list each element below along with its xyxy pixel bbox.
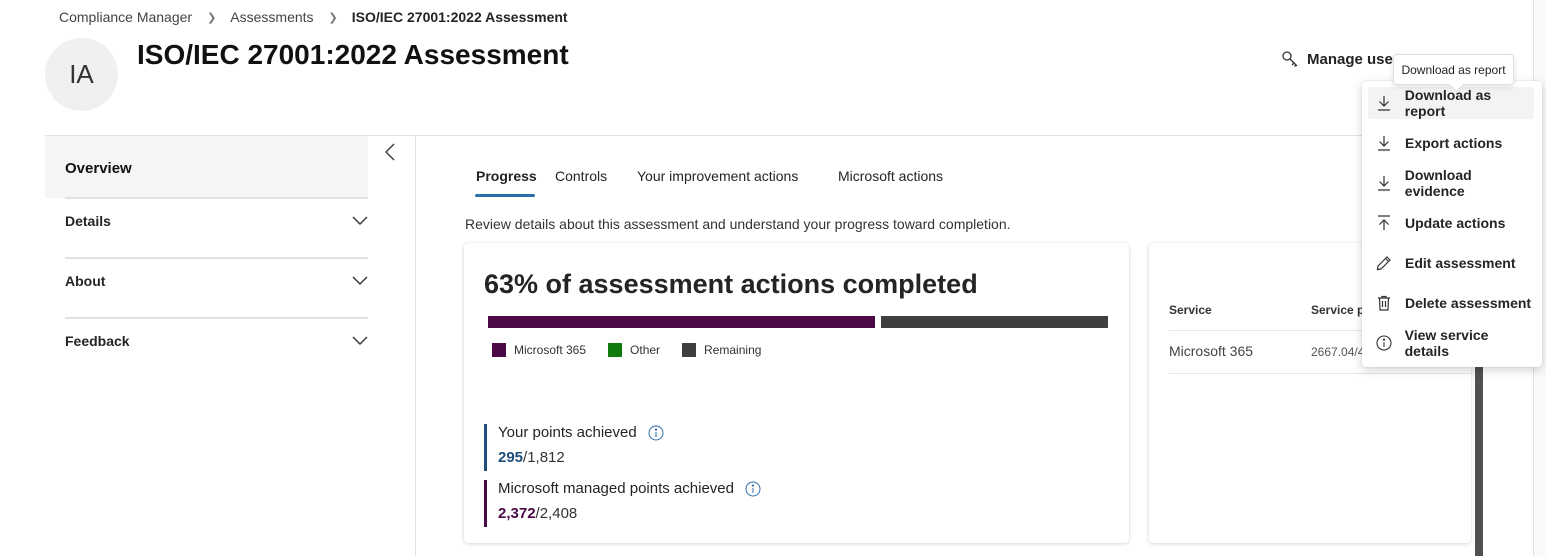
nav-divider-vertical <box>415 136 416 556</box>
nav-divider <box>65 197 368 199</box>
column-header-service-points[interactable]: Service pr <box>1311 303 1369 317</box>
menu-item-download-report[interactable]: Download as report <box>1368 87 1534 119</box>
left-nav: Overview Details About Feedback <box>45 136 415 556</box>
points-label: Your points achieved <box>498 424 664 441</box>
menu-item-label: Delete assessment <box>1405 295 1532 311</box>
points-label: Microsoft managed points achieved <box>498 480 761 497</box>
table-cell-service[interactable]: Microsoft 365 <box>1169 343 1253 359</box>
nav-item-label: Details <box>65 213 111 229</box>
nav-item-label: Overview <box>65 160 132 177</box>
nav-divider <box>65 257 368 259</box>
chevron-down-icon <box>352 276 368 285</box>
accent-bar <box>484 480 487 527</box>
chevron-down-icon <box>352 216 368 225</box>
menu-item-label: Download evidence <box>1404 167 1472 199</box>
points-label-text: Your points achieved <box>498 424 637 441</box>
nav-item-overview[interactable]: Overview <box>45 136 368 198</box>
pencil-icon <box>1375 254 1393 272</box>
menu-item-label: Download as report <box>1404 87 1492 119</box>
chevron-right-icon: ❯ <box>328 11 338 24</box>
menu-item-label: Edit assessment <box>1405 255 1516 271</box>
nav-divider <box>65 317 368 319</box>
legend-swatch <box>682 343 697 357</box>
menu-item-label: View service details <box>1404 327 1489 359</box>
progress-legend: Microsoft 365 Other Remaining <box>492 343 783 357</box>
upload-icon <box>1375 214 1393 232</box>
tab-progress[interactable]: Progress <box>476 168 537 184</box>
legend-item-remaining: Remaining <box>682 343 761 357</box>
menu-item-update-actions[interactable]: Update actions <box>1368 207 1534 239</box>
breadcrumb-compliance-manager[interactable]: Compliance Manager <box>59 9 192 25</box>
legend-label: Remaining <box>704 343 762 357</box>
actions-menu: Download as report Export actions Downlo… <box>1362 81 1542 367</box>
nav-item-feedback[interactable]: Feedback <box>65 329 368 353</box>
breadcrumb-assessments[interactable]: Assessments <box>230 9 313 25</box>
table-cell-service-points: 2667.04/4 <box>1311 345 1365 359</box>
accent-bar <box>484 424 487 471</box>
menu-item-label: Export actions <box>1405 135 1503 151</box>
nav-item-label: Feedback <box>65 333 130 349</box>
legend-label: Microsoft 365 <box>514 343 587 357</box>
trash-icon <box>1375 294 1393 312</box>
breadcrumb: Compliance Manager ❯ Assessments ❯ ISO/I… <box>59 9 568 25</box>
points-value: 2,372/2,408 <box>498 505 577 522</box>
menu-item-delete-assessment[interactable]: Delete assessment <box>1368 287 1534 319</box>
tab-microsoft-actions[interactable]: Microsoft actions <box>838 168 943 184</box>
breadcrumb-current: ISO/IEC 27001:2022 Assessment <box>351 9 568 25</box>
intro-text: Review details about this assessment and… <box>465 216 1011 232</box>
points-total: /1,812 <box>523 449 565 466</box>
download-icon <box>1375 134 1393 152</box>
points-achieved-number: 2,372 <box>498 505 536 522</box>
column-header-service[interactable]: Service <box>1169 303 1212 317</box>
menu-item-edit-assessment[interactable]: Edit assessment <box>1368 247 1534 279</box>
legend-swatch <box>492 343 506 357</box>
points-total: /2,408 <box>535 505 578 522</box>
nav-item-label: About <box>65 273 106 289</box>
collapse-nav-button[interactable] <box>381 142 399 162</box>
points-value: 295/1,812 <box>498 449 565 466</box>
menu-item-label: Update actions <box>1405 215 1506 231</box>
progress-heading: 63% of assessment actions completed <box>484 269 978 299</box>
menu-item-export-actions[interactable]: Export actions <box>1368 127 1534 159</box>
table-row-divider <box>1169 373 1471 374</box>
menu-item-view-service-details[interactable]: View service details <box>1368 327 1534 359</box>
info-icon[interactable] <box>745 481 761 497</box>
progress-bar-microsoft-365 <box>488 316 875 328</box>
download-icon <box>1375 174 1393 192</box>
page-title: ISO/IEC 27001:2022 Assessment <box>137 39 569 70</box>
legend-item-other: Other <box>608 343 660 357</box>
avatar: IA <box>45 38 118 111</box>
nav-item-details[interactable]: Details <box>65 209 368 233</box>
tab-improvement-actions[interactable]: Your improvement actions <box>637 168 798 184</box>
tooltip: Download as report <box>1393 54 1514 85</box>
chevron-down-icon <box>352 336 368 345</box>
active-tab-indicator <box>475 194 535 197</box>
nav-item-about[interactable]: About <box>65 269 368 293</box>
legend-label: Other <box>630 343 661 357</box>
points-achieved-number: 295 <box>498 449 524 466</box>
chevron-right-icon: ❯ <box>207 11 217 24</box>
manage-user-access-button[interactable]: Manage user a <box>1281 50 1411 68</box>
tab-controls[interactable]: Controls <box>555 168 607 184</box>
chevron-left-icon <box>385 143 395 161</box>
progress-card: 63% of assessment actions completed Micr… <box>464 243 1129 543</box>
legend-swatch <box>608 343 623 357</box>
legend-item-microsoft-365: Microsoft 365 <box>492 343 586 357</box>
download-icon <box>1375 94 1393 112</box>
info-icon <box>1375 334 1393 352</box>
progress-bar-remaining <box>881 316 1108 328</box>
key-icon <box>1282 51 1298 67</box>
info-icon[interactable] <box>648 425 664 441</box>
points-label-text: Microsoft managed points achieved <box>498 480 734 497</box>
menu-item-download-evidence[interactable]: Download evidence <box>1368 167 1534 199</box>
